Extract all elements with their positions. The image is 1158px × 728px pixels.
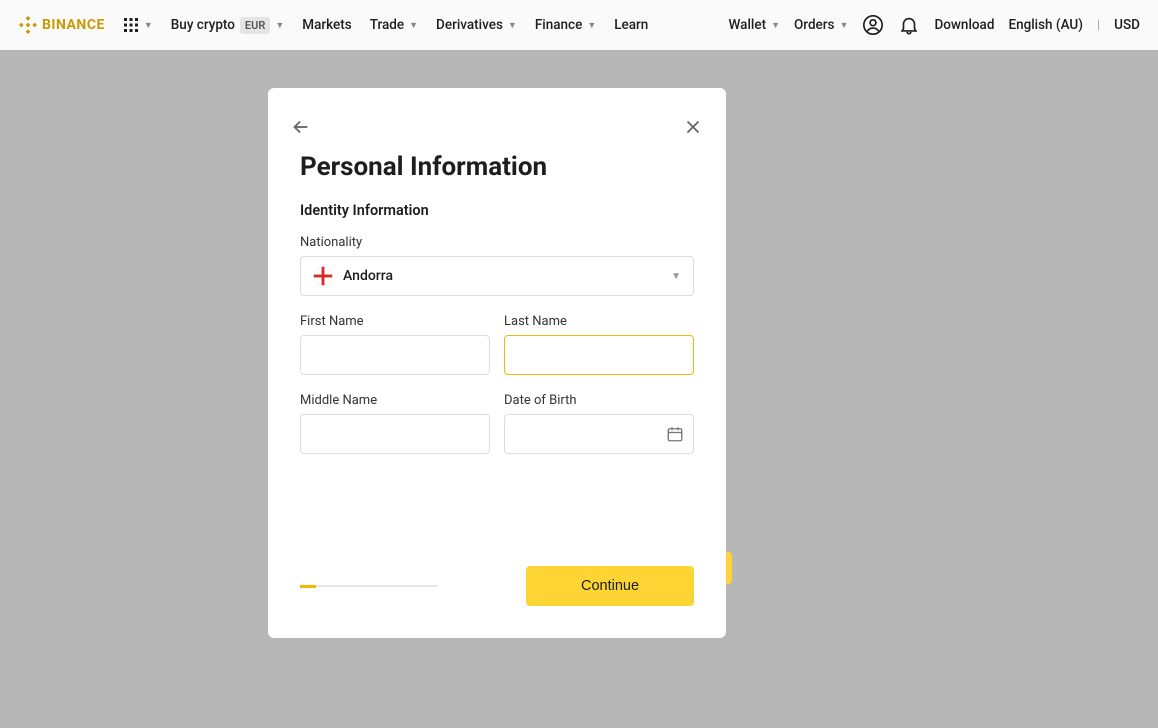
nav-buy-crypto[interactable]: Buy crypto EUR ▼ <box>171 17 284 34</box>
progress-step-remaining <box>316 585 438 587</box>
nav-right: Wallet ▼ Orders ▼ Download English (AU) … <box>729 14 1140 36</box>
personal-info-modal: Personal Information Identity Informatio… <box>268 88 726 638</box>
progress-bar <box>300 585 438 588</box>
flag-icon <box>313 266 333 286</box>
dob-label: Date of Birth <box>504 393 694 408</box>
binance-logo-icon <box>18 15 38 35</box>
nav-derivatives-label: Derivatives <box>436 17 503 33</box>
dob-field: Date of Birth <box>504 393 694 454</box>
first-name-input[interactable] <box>300 335 490 375</box>
last-name-field: Last Name <box>504 314 694 375</box>
continue-button[interactable]: Continue <box>526 566 694 606</box>
first-name-label: First Name <box>300 314 490 329</box>
middle-name-label: Middle Name <box>300 393 490 408</box>
apps-menu[interactable]: ▼ <box>123 17 153 33</box>
nav-download[interactable]: Download <box>934 17 994 33</box>
nav-currency[interactable]: USD <box>1114 17 1140 33</box>
secondary-row: Middle Name Date of Birth <box>300 393 694 454</box>
nav-orders[interactable]: Orders ▼ <box>794 17 848 33</box>
chevron-down-icon: ▼ <box>144 20 153 31</box>
nationality-field: Nationality Andorra ▼ <box>300 235 694 296</box>
chevron-down-icon: ▼ <box>771 20 780 31</box>
nav-download-label: Download <box>934 17 994 33</box>
nav-learn[interactable]: Learn <box>614 17 648 33</box>
chevron-down-icon: ▼ <box>275 20 284 31</box>
nav-currency-label: USD <box>1114 17 1140 33</box>
name-row: First Name Last Name <box>300 314 694 375</box>
chevron-down-icon: ▼ <box>409 20 418 31</box>
nav-language-label: English (AU) <box>1008 17 1083 33</box>
nationality-label: Nationality <box>300 235 694 250</box>
user-icon[interactable] <box>862 14 884 36</box>
nav-language[interactable]: English (AU) <box>1008 17 1083 33</box>
chevron-down-icon: ▼ <box>840 20 849 31</box>
nav-trade-label: Trade <box>370 17 404 33</box>
middle-name-input[interactable] <box>300 414 490 454</box>
chevron-down-icon: ▼ <box>587 20 596 31</box>
nationality-value: Andorra <box>343 268 661 284</box>
nav-wallet-label: Wallet <box>729 17 767 33</box>
nav-wallet[interactable]: Wallet ▼ <box>729 17 780 33</box>
top-nav: BINANCE ▼ Buy crypto EUR ▼ Markets Trade… <box>0 0 1158 50</box>
middle-name-field: Middle Name <box>300 393 490 454</box>
close-icon[interactable] <box>682 116 704 138</box>
modal-footer: Continue <box>300 566 694 606</box>
nav-buy-crypto-label: Buy crypto <box>171 17 235 33</box>
nav-derivatives[interactable]: Derivatives ▼ <box>436 17 517 33</box>
chevron-down-icon: ▼ <box>671 271 681 282</box>
eur-badge: EUR <box>240 17 270 34</box>
logo-text: BINANCE <box>42 17 105 33</box>
modal-header <box>290 116 704 138</box>
bell-icon[interactable] <box>898 14 920 36</box>
last-name-label: Last Name <box>504 314 694 329</box>
last-name-input[interactable] <box>504 335 694 375</box>
nav-finance-label: Finance <box>535 17 582 33</box>
grid-icon <box>123 17 139 33</box>
nav-trade[interactable]: Trade ▼ <box>370 17 418 33</box>
nav-orders-label: Orders <box>794 17 835 33</box>
calendar-icon[interactable] <box>666 425 684 443</box>
nav-finance[interactable]: Finance ▼ <box>535 17 596 33</box>
logo[interactable]: BINANCE <box>18 15 105 35</box>
chevron-down-icon: ▼ <box>508 20 517 31</box>
nav-markets[interactable]: Markets <box>302 17 351 33</box>
nav-markets-label: Markets <box>302 17 351 33</box>
divider: | <box>1097 18 1100 33</box>
section-title: Identity Information <box>300 202 694 219</box>
first-name-field: First Name <box>300 314 490 375</box>
nationality-select[interactable]: Andorra ▼ <box>300 256 694 296</box>
nav-left: BINANCE ▼ Buy crypto EUR ▼ Markets Trade… <box>18 15 648 35</box>
nav-learn-label: Learn <box>614 17 648 33</box>
back-arrow-icon[interactable] <box>290 116 312 138</box>
modal-title: Personal Information <box>300 152 694 182</box>
progress-step-1 <box>300 585 316 588</box>
